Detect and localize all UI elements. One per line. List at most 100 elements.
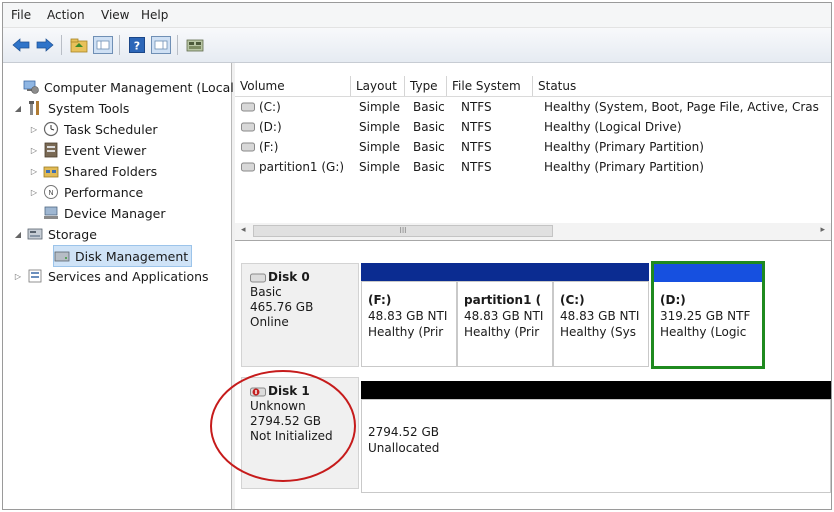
disk-name: Disk 0	[268, 270, 310, 284]
volume-layout: Simple	[359, 160, 400, 174]
annotation-circle	[210, 370, 356, 482]
partition-status: Healthy (Prir	[368, 325, 444, 339]
column-header-file-system[interactable]: File System	[447, 76, 533, 96]
partition-g[interactable]: partition1 ( 48.83 GB NTI Healthy (Prir	[457, 263, 553, 367]
partition-color-bar	[361, 263, 457, 281]
volume-layout: Simple	[359, 100, 400, 114]
tree-item-event-viewer[interactable]: ▷ Event Viewer	[29, 140, 146, 160]
partition-details: (F:) 48.83 GB NTI Healthy (Prir	[361, 281, 457, 367]
horizontal-scrollbar[interactable]: ◂ III ▸	[235, 223, 831, 241]
menu-view[interactable]: View	[101, 8, 129, 22]
disk-icon	[250, 273, 266, 282]
volume-file-system: NTFS	[461, 140, 492, 154]
tree-item-disk-management[interactable]: Disk Management	[53, 245, 193, 267]
tree-item-device-manager[interactable]: Device Manager	[43, 203, 166, 223]
volume-name: (F:)	[259, 140, 279, 154]
partition-color-bar	[553, 263, 649, 281]
volume-row[interactable]: (F:) Simple Basic NTFS Healthy (Primary …	[235, 137, 831, 157]
volume-drive-icon	[241, 162, 255, 172]
disk-icon[interactable]	[185, 35, 205, 55]
partition-status: Healthy (Prir	[464, 325, 540, 339]
tree-item-services-and-applications[interactable]: ▷ Services and Applications	[13, 266, 209, 286]
unallocated-space[interactable]: 2794.52 GB Unallocated	[361, 381, 831, 493]
volume-file-system: NTFS	[461, 160, 492, 174]
volume-type: Basic	[413, 100, 445, 114]
column-header-status[interactable]: Status	[533, 76, 831, 96]
svg-text:N: N	[48, 189, 53, 197]
tree-item-storage[interactable]: ◢ Storage	[13, 224, 97, 244]
collapse-arrow-icon[interactable]: ◢	[13, 104, 23, 113]
properties-icon[interactable]	[151, 35, 171, 55]
volume-row[interactable]: (C:) Simple Basic NTFS Healthy (System, …	[235, 97, 831, 117]
device-manager-icon	[44, 206, 58, 219]
tree-label: Computer Management (Local	[44, 79, 234, 95]
expand-arrow-icon[interactable]: ▷	[29, 125, 39, 134]
disk-0-info[interactable]: Disk 0 Basic 465.76 GB Online	[241, 263, 359, 367]
toolbar: ?	[3, 28, 831, 63]
volume-name: (C:)	[259, 100, 281, 114]
toolbar-separator	[61, 35, 62, 55]
partition-name: (C:)	[560, 293, 585, 307]
volume-type: Basic	[413, 160, 445, 174]
menu-action[interactable]: Action	[47, 8, 85, 22]
scroll-left-arrow-icon[interactable]: ◂	[241, 225, 246, 235]
volume-file-system: NTFS	[461, 120, 492, 134]
unallocated-size: 2794.52 GB	[368, 425, 439, 439]
partition-name: partition1 (	[464, 293, 542, 307]
partition-c[interactable]: (C:) 48.83 GB NTI Healthy (Sys	[553, 263, 649, 367]
volume-list-header: Volume Layout Type File System Status	[235, 76, 831, 97]
partition-color-bar	[457, 263, 553, 281]
partition-d-selected[interactable]: (D:) 319.25 GB NTF Healthy (Logic	[651, 261, 765, 369]
expand-arrow-icon[interactable]: ▷	[29, 146, 39, 155]
computer-management-window: File Action View Help ? Computer Managem…	[2, 2, 832, 510]
tree-item-task-scheduler[interactable]: ▷ Task Scheduler	[29, 119, 158, 139]
column-header-volume[interactable]: Volume	[235, 76, 351, 96]
services-icon	[28, 269, 42, 283]
volume-row[interactable]: partition1 (G:) Simple Basic NTFS Health…	[235, 157, 831, 177]
menu-file[interactable]: File	[11, 8, 31, 22]
scroll-grip: III	[399, 226, 407, 235]
partition-name: (D:)	[660, 293, 686, 307]
disk-0-title: Disk 0	[250, 270, 350, 285]
partition-f[interactable]: (F:) 48.83 GB NTI Healthy (Prir	[361, 263, 457, 367]
partition-size: 48.83 GB NTI	[368, 309, 448, 323]
help-icon[interactable]: ?	[127, 35, 147, 55]
navigation-tree: Computer Management (Local ◢ System Tool…	[3, 63, 234, 509]
volume-row[interactable]: (D:) Simple Basic NTFS Healthy (Logical …	[235, 117, 831, 137]
tree-item-shared-folders[interactable]: ▷ Shared Folders	[29, 161, 157, 181]
menu-bar: File Action View Help	[3, 3, 831, 28]
volume-file-system: NTFS	[461, 100, 492, 114]
partition-details: (D:) 319.25 GB NTF Healthy (Logic	[654, 282, 762, 366]
column-header-type[interactable]: Type	[405, 76, 447, 96]
partition-color-bar	[654, 264, 762, 282]
volume-status: Healthy (System, Boot, Page File, Active…	[544, 100, 819, 114]
expand-arrow-icon[interactable]: ▷	[29, 167, 39, 176]
tree-label: Storage	[48, 226, 97, 242]
svg-text:?: ?	[134, 40, 140, 53]
volume-drive-icon	[241, 122, 255, 132]
folder-up-icon[interactable]	[69, 35, 89, 55]
show-hide-tree-icon[interactable]	[93, 35, 113, 55]
volume-type: Basic	[413, 120, 445, 134]
tree-label: Event Viewer	[64, 142, 147, 158]
tree-item-system-tools[interactable]: ◢ System Tools	[13, 98, 129, 118]
column-header-layout[interactable]: Layout	[351, 76, 405, 96]
back-arrow-icon[interactable]	[11, 35, 31, 55]
volume-drive-icon	[241, 142, 255, 152]
scroll-thumb[interactable]: III	[253, 225, 553, 237]
tree-item-performance[interactable]: ▷ N Performance	[29, 182, 143, 202]
event-viewer-icon	[44, 142, 58, 158]
toolbar-separator	[177, 35, 178, 55]
menu-help[interactable]: Help	[141, 8, 168, 22]
expand-arrow-icon[interactable]: ▷	[13, 272, 23, 281]
partition-status: Healthy (Logic	[660, 325, 747, 339]
forward-arrow-icon[interactable]	[35, 35, 55, 55]
expand-arrow-icon[interactable]: ▷	[29, 188, 39, 197]
collapse-arrow-icon[interactable]: ◢	[13, 230, 23, 239]
computer-management-icon	[23, 80, 39, 94]
unallocated-details: 2794.52 GB Unallocated	[361, 399, 831, 493]
tree-item-computer-management[interactable]: Computer Management (Local	[9, 77, 234, 97]
partition-size: 319.25 GB NTF	[660, 309, 751, 323]
partition-size: 48.83 GB NTI	[560, 309, 640, 323]
scroll-right-arrow-icon[interactable]: ▸	[820, 225, 825, 235]
